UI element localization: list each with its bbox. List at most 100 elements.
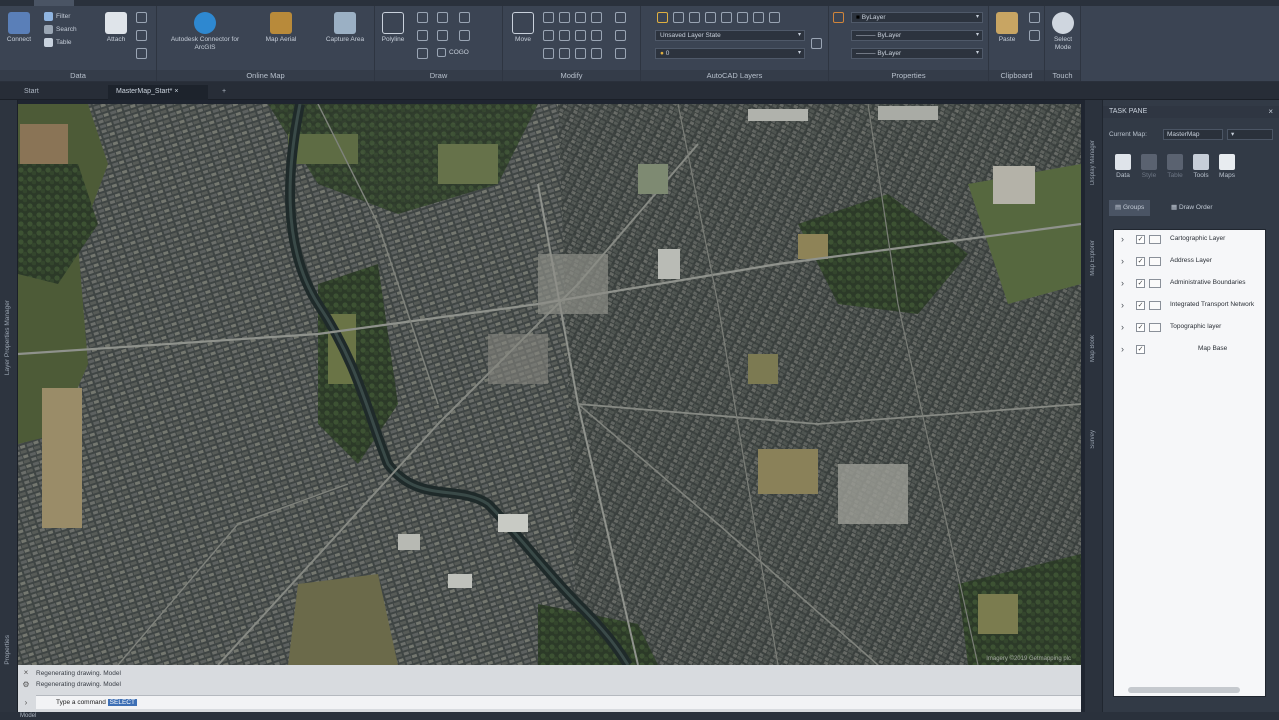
- tab-model[interactable]: Model: [20, 713, 36, 719]
- scale-icon[interactable]: [559, 48, 570, 59]
- tab-draw-order[interactable]: ▦ Draw Order: [1165, 200, 1219, 216]
- circle-icon[interactable]: [417, 30, 428, 41]
- layer-tool-icon[interactable]: [689, 12, 700, 23]
- hatch-icon[interactable]: [459, 12, 470, 23]
- layer-tool-icon[interactable]: [753, 12, 764, 23]
- new-tab-button[interactable]: +: [214, 85, 236, 100]
- offset-icon[interactable]: [591, 30, 602, 41]
- move-button[interactable]: Move: [505, 10, 541, 62]
- layer-tool-icon[interactable]: [769, 12, 780, 23]
- layer-item[interactable]: › ✓ Cartographic Layer: [1114, 231, 1267, 247]
- copy-icon[interactable]: [1029, 30, 1040, 41]
- break-icon[interactable]: [591, 48, 602, 59]
- ribbon-tool-icon[interactable]: [136, 30, 147, 41]
- polyline-button[interactable]: Polyline: [375, 10, 411, 62]
- array-icon[interactable]: [575, 48, 586, 59]
- aerial-map-viewport[interactable]: Imagery ©2019 Getmapping plc: [18, 104, 1081, 665]
- match-properties-icon[interactable]: [833, 12, 844, 23]
- chevron-right-icon[interactable]: ›: [1121, 319, 1124, 335]
- tab-map-book[interactable]: Map Book: [1090, 335, 1096, 362]
- tab-start[interactable]: Start: [16, 85, 100, 100]
- match-properties-icon[interactable]: [615, 12, 626, 23]
- close-icon[interactable]: ×: [21, 668, 31, 678]
- map-aerial-button[interactable]: Map Aerial: [257, 10, 305, 62]
- layer-light-icon[interactable]: [657, 12, 668, 23]
- search-button[interactable]: Search: [44, 25, 77, 35]
- point-icon[interactable]: [459, 30, 470, 41]
- layer-properties-tab[interactable]: Layer Properties Manager: [4, 300, 11, 375]
- attach-button[interactable]: Attach: [98, 10, 134, 62]
- paste-button[interactable]: Paste: [989, 10, 1025, 62]
- chevron-right-icon[interactable]: ›: [1121, 341, 1124, 357]
- layer-tool-icon[interactable]: [721, 12, 732, 23]
- current-map-combo[interactable]: MasterMap: [1163, 129, 1223, 140]
- horizontal-scrollbar[interactable]: [1128, 687, 1240, 693]
- explode-icon[interactable]: [575, 30, 586, 41]
- tab-groups[interactable]: ▤ Groups: [1109, 200, 1151, 216]
- pencil-icon[interactable]: [615, 48, 626, 59]
- linetype-combo[interactable]: ——— ByLayer ▾: [851, 48, 983, 59]
- tab-display-manager[interactable]: Display Manager: [1090, 140, 1096, 185]
- line-icon[interactable]: [417, 12, 428, 23]
- style-tool-button[interactable]: Style: [1136, 154, 1162, 179]
- rectangle-icon[interactable]: [417, 48, 428, 59]
- ellipse-icon[interactable]: [437, 30, 448, 41]
- tab-survey[interactable]: Survey: [1090, 430, 1096, 449]
- visibility-checkbox[interactable]: ✓: [1136, 345, 1145, 354]
- visibility-checkbox[interactable]: ✓: [1136, 257, 1145, 266]
- visibility-checkbox[interactable]: ✓: [1136, 301, 1145, 310]
- tab-map-explorer[interactable]: Map Explorer: [1090, 240, 1096, 276]
- ribbon-tool-icon[interactable]: [136, 12, 147, 23]
- layer-item[interactable]: › ✓ Topographic layer: [1114, 319, 1267, 335]
- cut-icon[interactable]: [1029, 12, 1040, 23]
- properties-tab[interactable]: Properties: [4, 635, 11, 665]
- match-layer-icon[interactable]: [811, 38, 822, 49]
- mirror-icon[interactable]: [591, 12, 602, 23]
- close-icon[interactable]: ×: [174, 88, 178, 95]
- ribbon-tool-icon[interactable]: [136, 48, 147, 59]
- close-icon[interactable]: ×: [1268, 106, 1273, 118]
- rotate-icon[interactable]: [543, 12, 554, 23]
- connect-button[interactable]: Connect: [1, 10, 37, 62]
- data-tool-button[interactable]: Data: [1110, 154, 1136, 179]
- tools-tool-button[interactable]: Tools: [1188, 154, 1214, 179]
- edit-icon[interactable]: [615, 30, 626, 41]
- color-combo[interactable]: ■ ByLayer ▾: [851, 12, 983, 23]
- filter-button[interactable]: Filter: [44, 12, 70, 22]
- layer-tool-icon[interactable]: [705, 12, 716, 23]
- table-button[interactable]: Table: [44, 38, 72, 48]
- layer-tool-icon[interactable]: [737, 12, 748, 23]
- chevron-right-icon[interactable]: ›: [1121, 253, 1124, 269]
- stretch-icon[interactable]: [543, 48, 554, 59]
- visibility-checkbox[interactable]: ✓: [1136, 323, 1145, 332]
- fillet-icon[interactable]: [559, 30, 570, 41]
- trim-icon[interactable]: [559, 12, 570, 23]
- layer-item[interactable]: › ✓ Integrated Transport Network: [1114, 297, 1267, 313]
- layer-item[interactable]: › ✓ Map Base: [1114, 341, 1267, 357]
- capture-area-button[interactable]: Capture Area: [323, 10, 367, 62]
- lineweight-combo[interactable]: ——— ByLayer ▾: [851, 30, 983, 41]
- copy-icon[interactable]: [543, 30, 554, 41]
- table-tool-button[interactable]: Table: [1162, 154, 1188, 179]
- command-autocomplete[interactable]: SELECT: [107, 699, 137, 706]
- chevron-right-icon[interactable]: ›: [1121, 231, 1124, 247]
- command-input[interactable]: › Type a command SELECT: [25, 695, 1081, 709]
- arcgis-connector-button[interactable]: Autodesk Connector for ArcGIS: [165, 10, 245, 62]
- arc-icon[interactable]: [437, 12, 448, 23]
- chevron-right-icon[interactable]: ›: [1121, 275, 1124, 291]
- cogo-button[interactable]: COGO: [437, 48, 469, 58]
- layer-tool-icon[interactable]: [673, 12, 684, 23]
- maps-tool-button[interactable]: Maps: [1214, 154, 1240, 179]
- layer-item[interactable]: › ✓ Administrative Boundaries: [1114, 275, 1267, 291]
- layer-combo[interactable]: ● 0 ▾: [655, 48, 805, 59]
- settings-icon[interactable]: ⚙: [21, 680, 31, 690]
- layer-state-combo[interactable]: Unsaved Layer State ▾: [655, 30, 805, 41]
- chevron-right-icon[interactable]: ›: [1121, 297, 1124, 313]
- tab-drawing[interactable]: MasterMap_Start* ×: [108, 85, 208, 100]
- visibility-checkbox[interactable]: ✓: [1136, 279, 1145, 288]
- select-mode-button[interactable]: Select Mode: [1045, 10, 1081, 62]
- erase-icon[interactable]: [575, 12, 586, 23]
- theme-combo[interactable]: ▾: [1227, 129, 1273, 140]
- visibility-checkbox[interactable]: ✓: [1136, 235, 1145, 244]
- layer-item[interactable]: › ✓ Address Layer: [1114, 253, 1267, 269]
